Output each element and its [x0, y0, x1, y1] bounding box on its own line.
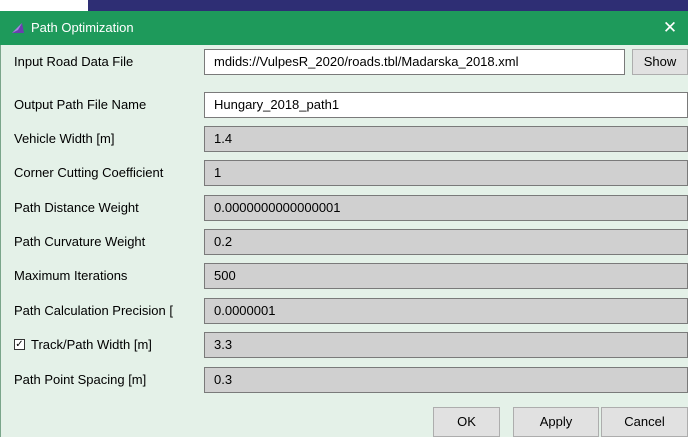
path-curvature-weight-field[interactable]: 0.2 — [204, 229, 688, 255]
track-path-width-field[interactable]: 3.3 — [204, 332, 688, 358]
row-output-path-file-name: Output Path File Name Hungary_2018_path1 — [0, 88, 688, 122]
corner-cutting-coefficient-label: Corner Cutting Coefficient — [14, 165, 164, 180]
path-curvature-weight-label: Path Curvature Weight — [14, 234, 146, 249]
output-path-file-name-label: Output Path File Name — [14, 97, 147, 112]
output-path-file-name-field[interactable]: Hungary_2018_path1 — [204, 92, 688, 118]
input-road-data-file-field[interactable]: mdids://VulpesR_2020/roads.tbl/Madarska_… — [204, 49, 625, 75]
apply-button[interactable]: Apply — [513, 407, 599, 437]
row-track-path-width: ✓ Track/Path Width [m] 3.3 — [0, 328, 688, 362]
path-distance-weight-label: Path Distance Weight — [14, 200, 139, 215]
path-point-spacing-label: Path Point Spacing [m] — [14, 372, 147, 387]
row-path-calculation-precision: Path Calculation Precision [ 0.0000001 — [0, 294, 688, 328]
path-calculation-precision-label: Path Calculation Precision [ — [14, 303, 173, 318]
ok-button[interactable]: OK — [433, 407, 500, 437]
purple-app-icon — [12, 23, 24, 33]
background-strip — [0, 0, 688, 11]
row-corner-cutting-coefficient: Corner Cutting Coefficient 1 — [0, 156, 688, 190]
row-maximum-iterations: Maximum Iterations 500 — [0, 259, 688, 293]
row-path-curvature-weight: Path Curvature Weight 0.2 — [0, 225, 688, 259]
row-path-point-spacing: Path Point Spacing [m] 0.3 — [0, 363, 688, 397]
vehicle-width-label: Vehicle Width [m] — [14, 131, 115, 146]
maximum-iterations-label: Maximum Iterations — [14, 268, 128, 283]
maximum-iterations-field[interactable]: 500 — [204, 263, 688, 289]
cancel-button[interactable]: Cancel — [601, 407, 688, 437]
show-button[interactable]: Show — [632, 49, 688, 75]
vehicle-width-field[interactable]: 1.4 — [204, 126, 688, 152]
path-calculation-precision-field[interactable]: 0.0000001 — [204, 298, 688, 324]
input-road-data-file-label: Input Road Data File — [14, 54, 134, 69]
background-window-edge — [88, 0, 688, 11]
track-path-width-label: Track/Path Width [m] — [31, 337, 152, 352]
close-icon[interactable]: ✕ — [658, 15, 682, 41]
row-path-distance-weight: Path Distance Weight 0.0000000000000001 — [0, 191, 688, 225]
row-input-road-data-file: Input Road Data File mdids://VulpesR_202… — [0, 45, 688, 79]
window-title: Path Optimization — [31, 20, 134, 35]
title-bar[interactable]: Path Optimization ✕ — [0, 11, 688, 45]
path-point-spacing-field[interactable]: 0.3 — [204, 367, 688, 393]
corner-cutting-coefficient-field[interactable]: 1 — [204, 160, 688, 186]
row-vehicle-width: Vehicle Width [m] 1.4 — [0, 122, 688, 156]
path-distance-weight-field[interactable]: 0.0000000000000001 — [204, 195, 688, 221]
track-path-width-checkbox[interactable]: ✓ — [14, 339, 25, 350]
